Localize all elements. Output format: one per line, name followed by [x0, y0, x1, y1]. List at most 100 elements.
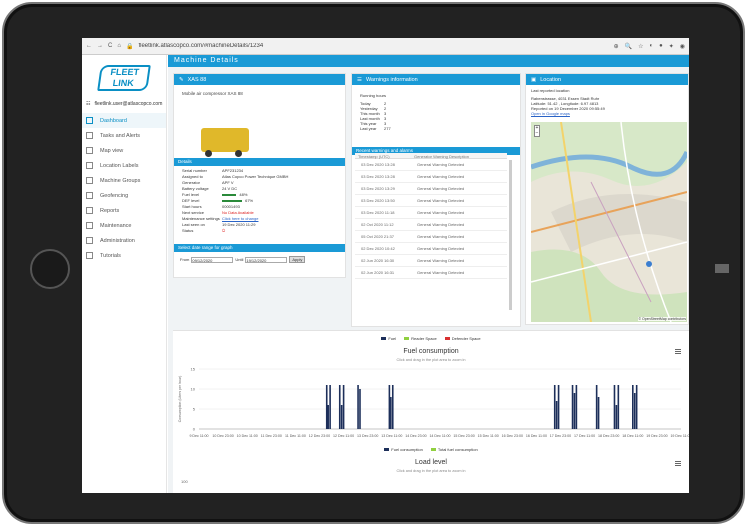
fuel-bar [615, 405, 618, 429]
legend-item[interactable]: Fuel consumption [384, 447, 423, 452]
table-row[interactable]: 03 Dec 2020 13:28 General Warning Detecte… [355, 171, 507, 183]
legend-swatch [430, 448, 436, 451]
column-header[interactable]: Generator Warning Description [414, 154, 474, 159]
forward-icon[interactable]: → [97, 43, 103, 49]
sidebar-item-label: Tasks and Alerts [100, 132, 141, 139]
back-icon[interactable]: ← [86, 43, 92, 49]
date-range-subheader: Select date range for graph [174, 244, 345, 252]
fuel-chart-svg[interactable]: 15 10 5 0 Consumption (Liters per hour) 9 Dec… [173, 365, 689, 445]
row-desc: General Warning Detected [417, 162, 465, 167]
map-zoom-controls[interactable]: + − [534, 125, 540, 137]
x-tick-label: 17 Dec 23:00 [550, 434, 571, 438]
location-heading: Last reported location [531, 88, 570, 93]
table-row[interactable]: 03 Dec 2020 11:18 General Warning Detecte… [355, 207, 507, 219]
app-main: FLEET LINK ☷ fleetlink.user@atlascopco.c… [82, 55, 689, 493]
help-icon [86, 252, 93, 259]
fuel-bar [575, 385, 578, 429]
zoom-icon[interactable]: 🔍 [625, 43, 632, 50]
reload-icon[interactable]: C [108, 43, 112, 49]
map-attribution[interactable]: © OpenStreetMap contributors [638, 317, 686, 321]
last-seen-value: 19 Dec 2020 11:29 [222, 222, 256, 227]
chart-menu-icon[interactable] [675, 461, 681, 466]
table-row[interactable]: 03 Dec 2020 13:29 General Warning Detecte… [355, 183, 507, 195]
extension-icon[interactable]: ◐ [649, 43, 653, 50]
row-desc: General Warning Detected [417, 174, 465, 179]
running-hours-label: Running hours [360, 93, 387, 98]
column-header[interactable]: Timestamp (UTC) [358, 154, 414, 159]
y-tick-label: 5 [193, 407, 196, 412]
sidebar-nav: Dashboard Tasks and Alerts Map view Loca… [82, 113, 166, 263]
sidebar-item-machine-groups[interactable]: Machine Groups [82, 173, 166, 188]
tablet-screen: ← → C ⌂ 🔒 fleetlink.atlascopco.com/#mach… [82, 38, 689, 493]
sidebar-item-tasks[interactable]: Tasks and Alerts [82, 128, 166, 143]
row-desc: General Warning Detected [417, 210, 465, 215]
profile-icon[interactable]: ● [659, 43, 663, 50]
row-desc: General Warning Detected [417, 222, 465, 227]
sidebar-item-dashboard[interactable]: Dashboard [82, 113, 166, 128]
sidebar-item-label: Dashboard [100, 117, 127, 124]
until-date-input[interactable]: 19/12/2020 [245, 256, 288, 263]
fuel-bar [597, 397, 600, 429]
star-icon[interactable]: ☆ [638, 43, 643, 50]
chart-subtitle: Click and drag in the plot area to zoom … [396, 358, 466, 362]
legend-item[interactable]: Reader Space [404, 336, 437, 341]
sidebar-item-administration[interactable]: Administration [82, 233, 166, 248]
x-tick-label: 19 Dec 23:00 [646, 434, 667, 438]
x-tick-label: 10 Dec 23:00 [212, 434, 233, 438]
table-scrollbar[interactable] [509, 160, 512, 310]
machine-details-list: Serial number APF231234 Assigned to Atlas … [182, 168, 288, 234]
sidebar-item-map-view[interactable]: Map view [82, 143, 166, 158]
row-time: 03 Dec 2020 13:28 [361, 174, 395, 179]
table-row[interactable]: 02 Jun 2020 16:30 General Warning Detecte… [355, 255, 507, 267]
home-button-icon[interactable] [30, 249, 70, 289]
fuel-bar [391, 385, 394, 429]
logo-text-bottom: LINK [112, 78, 135, 88]
fuel-bar [325, 385, 328, 429]
table-row[interactable]: 02 Dec 2020 10:42 General Warning Detecte… [355, 243, 507, 255]
sidebar-item-tutorials[interactable]: Tutorials [82, 248, 166, 263]
table-row[interactable]: 02 Jun 2020 16:31 General Warning Detecte… [355, 267, 507, 279]
table-row[interactable]: 03 Dec 2020 13:28 General Warning Detecte… [355, 159, 507, 171]
sidebar-item-label: Machine Groups [100, 177, 141, 184]
fuel-bar [595, 385, 598, 429]
sidebar-item-reports[interactable]: Reports [82, 203, 166, 218]
sidebar-item-geofencing[interactable]: Geofencing [82, 188, 166, 203]
sidebar-item-location-labels[interactable]: Location Labels [82, 158, 166, 173]
avatar[interactable]: ◉ [680, 43, 685, 50]
row-time: 05 Oct 2020 21:37 [361, 234, 394, 239]
location-map[interactable]: + − © OpenStreetMap contributors [531, 122, 687, 322]
x-tick-label: 13 Dec 23:00 [357, 434, 378, 438]
translate-icon[interactable]: ⊕ [614, 43, 619, 50]
pin-icon[interactable]: ✦ [669, 43, 674, 50]
row-time: 03 Dec 2020 13:28 [361, 162, 395, 167]
table-row[interactable]: 05 Oct 2020 21:37 General Warning Detecte… [355, 231, 507, 243]
location-panel: ▣ Location Last reported location Rabenst… [525, 73, 689, 325]
row-desc: General Warning Detected [417, 234, 465, 239]
gear-icon [86, 237, 93, 244]
google-maps-link[interactable]: Open in Google maps [531, 111, 605, 116]
legend-item[interactable]: Total fuel consumption [430, 447, 478, 452]
fuel-bar [388, 385, 391, 429]
report-icon [86, 207, 93, 214]
chart-menu-icon[interactable] [675, 349, 681, 354]
compressor-image [201, 128, 249, 157]
address-bar[interactable]: fleetlink.atlascopco.com/#machineDetails… [138, 43, 608, 49]
chart-title: Fuel consumption [403, 348, 459, 355]
content-area: Machine Details ✎ XAS 88 Mobile air compr… [168, 55, 689, 493]
fleetlink-logo[interactable]: FLEET LINK [97, 65, 151, 91]
from-date-input[interactable]: 09/12/2020 [191, 256, 234, 263]
zoom-out-button[interactable]: − [535, 131, 539, 136]
apply-button[interactable]: Apply [289, 256, 306, 263]
chart-legend-top: Fuel Reader Space Defender Space [173, 336, 689, 341]
legend-item[interactable]: Defender Space [444, 336, 481, 341]
table-row[interactable]: 02 Oct 2020 11:12 General Warning Detecte… [355, 219, 507, 231]
x-tick-label: 14 Dec 23:00 [405, 434, 426, 438]
pin-icon [86, 162, 93, 169]
row-time: 02 Oct 2020 11:12 [361, 222, 394, 227]
map-icon [86, 147, 93, 154]
user-info[interactable]: ☷ fleetlink.user@atlascopco.com [82, 95, 166, 113]
sidebar-item-maintenance[interactable]: Maintenance [82, 218, 166, 233]
table-row[interactable]: 03 Dec 2020 13:50 General Warning Detecte… [355, 195, 507, 207]
legend-item[interactable]: Fuel [381, 336, 396, 341]
home-icon[interactable]: ⌂ [117, 43, 121, 49]
